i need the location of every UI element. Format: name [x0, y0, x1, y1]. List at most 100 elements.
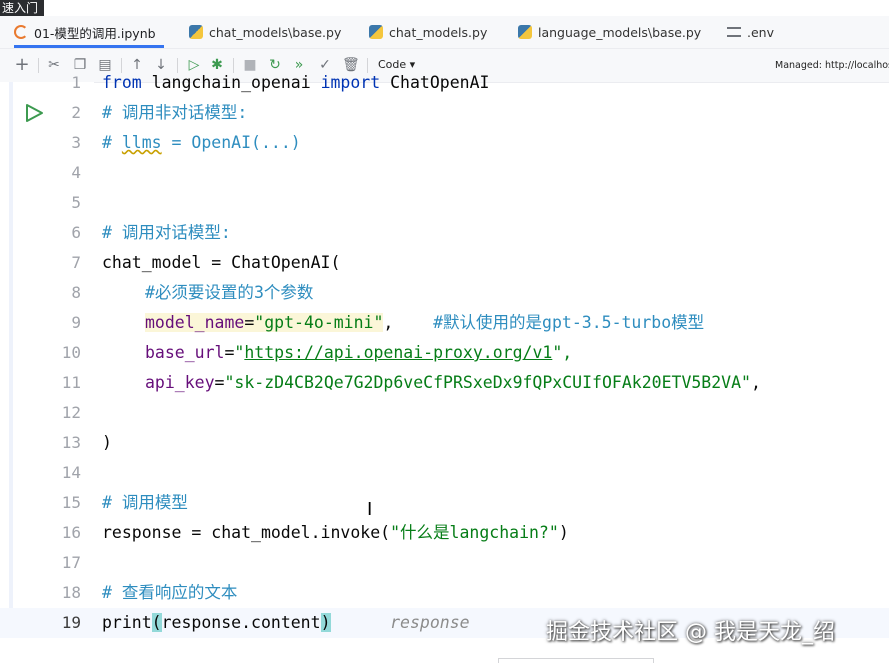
param-name: base_url [145, 343, 225, 362]
function-name: print [102, 613, 152, 632]
code-line: 11 api_key="sk-zD4CB2Qe7G2Dp6veCfPRSxeDx… [0, 368, 889, 398]
quote: " [234, 343, 245, 362]
line-number: 1 [71, 73, 81, 92]
statement: model_name="gpt-4o-mini", #默认使用的是gpt-3.5… [145, 308, 704, 338]
typo-word: llms [121, 133, 162, 152]
comment: # 调用非对话模型: [102, 103, 248, 122]
comma: , [383, 313, 434, 332]
comment-number: 3 [253, 283, 264, 302]
python-file-icon [189, 25, 203, 39]
tab-label: 01-模型的调用.ipynb [34, 25, 156, 41]
string-literal: 什么是 [400, 523, 450, 542]
tab-language-models-base[interactable]: language_models\base.py [518, 16, 701, 48]
code-line: 10 base_url="https://api.openai-proxy.or… [0, 338, 889, 368]
class-name: ChatOpenAI [380, 73, 490, 92]
equals: = [244, 313, 255, 332]
line-number: 10 [61, 343, 81, 362]
tab-chat-models[interactable]: chat_models.py [369, 16, 487, 48]
line-text: from langchain_openai import ChatOpenAI [102, 68, 489, 98]
call-expression: response = chat_model.invoke( [102, 523, 391, 542]
bracket-match: ) [320, 613, 331, 632]
argument: response.content [161, 613, 321, 632]
code-line: 3 # llms = OpenAI(...) [0, 128, 889, 158]
comment-rest: = OpenAI(...) [161, 133, 301, 152]
statement: base_url="https://api.openai-proxy.org/v… [145, 338, 572, 368]
quote: " [390, 523, 401, 542]
statement: api_key="sk-zD4CB2Qe7G2Dp6veCfPRSxeDx9fQ… [145, 368, 761, 398]
comment-text: #必须要设置的 [145, 283, 254, 302]
string-literal: "sk-zD4CB2Qe7G2Dp6veCfPRSxeDx9fQPxCUIfOF… [224, 373, 751, 392]
python-file-icon [518, 25, 532, 39]
param-name: api_key [145, 373, 215, 392]
code-line: 7 chat_model = ChatOpenAI( [0, 248, 889, 278]
comment: # llms = OpenAI(...) [102, 128, 301, 158]
line-number: 8 [71, 283, 81, 302]
comment: # 调用对话模型: [102, 223, 231, 242]
string-literal: "gpt-4o-mini" [254, 313, 384, 332]
comment: # 查看响应的文本 [102, 583, 238, 602]
url-link[interactable]: https://api.openai-proxy.org/v1 [244, 343, 552, 362]
code-line: 15 # 调用模型 [0, 488, 889, 518]
statement: print(response.content) response [102, 608, 470, 638]
tab-chat-models-base[interactable]: chat_models\base.py [189, 16, 341, 48]
comment-text: 模型 [671, 313, 705, 332]
inline-hint: response [390, 613, 470, 632]
comment: #必须要设置的3个参数 [145, 278, 313, 308]
equals: = [214, 373, 225, 392]
code-line: 12 [0, 398, 889, 428]
window-corner-label: 速入门 [0, 0, 44, 16]
line-number: 15 [61, 493, 81, 512]
line-number: 7 [71, 253, 81, 272]
line-number: 9 [71, 313, 81, 332]
line-number: 19 [61, 613, 81, 632]
line-number: 18 [61, 583, 81, 602]
module-name: langchain_openai [141, 73, 321, 92]
line-number: 3 [71, 133, 81, 152]
line-number: 12 [61, 403, 81, 422]
string-literal: langchain?" [449, 523, 559, 542]
keyword: from [102, 73, 142, 92]
bracket-match: ( [151, 613, 162, 632]
code-line: 5 [0, 188, 889, 218]
line-number: 6 [71, 223, 81, 242]
code-line: 6 # 调用对话模型: [0, 218, 889, 248]
comment: # 调用模型 [102, 493, 188, 512]
watermark: 掘金技术社区 @ 我是天龙_绍 [546, 620, 835, 645]
code-line: 8 #必须要设置的3个参数 [0, 278, 889, 308]
quote: ", [552, 343, 573, 362]
comment-hash: # [102, 133, 122, 152]
text-cursor-icon: I [367, 499, 373, 520]
code-line: 14 [0, 458, 889, 488]
code-line: 4 [0, 158, 889, 188]
env-file-icon [727, 27, 741, 37]
code-line: 1 from langchain_openai import ChatOpenA… [0, 68, 889, 98]
comment-text: #默认使用的是 [433, 313, 543, 332]
equals: = [224, 343, 235, 362]
line-number: 14 [61, 463, 81, 482]
editor-tab-bar: 01-模型的调用.ipynb chat_models\base.py chat_… [0, 16, 889, 49]
code-line: 18 # 查看响应的文本 [0, 578, 889, 608]
tab-env[interactable]: .env [727, 16, 774, 48]
statement: chat_model = ChatOpenAI( [102, 253, 341, 272]
comment-text: gpt-3.5-turbo [542, 313, 672, 332]
line-number: 13 [61, 433, 81, 452]
line-number: 11 [61, 373, 81, 392]
tab-label: language_models\base.py [538, 24, 702, 40]
line-number: 16 [61, 523, 81, 542]
line-number: 5 [71, 193, 81, 212]
tab-label: chat_models\base.py [209, 24, 342, 40]
param-name: model_name [145, 313, 245, 332]
line-number: 4 [71, 163, 81, 182]
code-line: 16 response = chat_model.invoke("什么是lang… [0, 518, 889, 548]
tab-label: chat_models.py [389, 24, 488, 40]
keyword: import [320, 73, 381, 92]
line-number: 17 [61, 553, 81, 572]
line-number: 2 [71, 103, 81, 122]
python-file-icon [369, 25, 383, 39]
code-line: 2 # 调用非对话模型: [0, 98, 889, 128]
notebook-icon [14, 25, 28, 39]
code-line: 9 model_name="gpt-4o-mini", #默认使用的是gpt-3… [0, 308, 889, 338]
closing-paren: ) [558, 523, 569, 542]
tab-notebook[interactable]: 01-模型的调用.ipynb [14, 16, 164, 48]
output-area-edge [498, 658, 654, 663]
